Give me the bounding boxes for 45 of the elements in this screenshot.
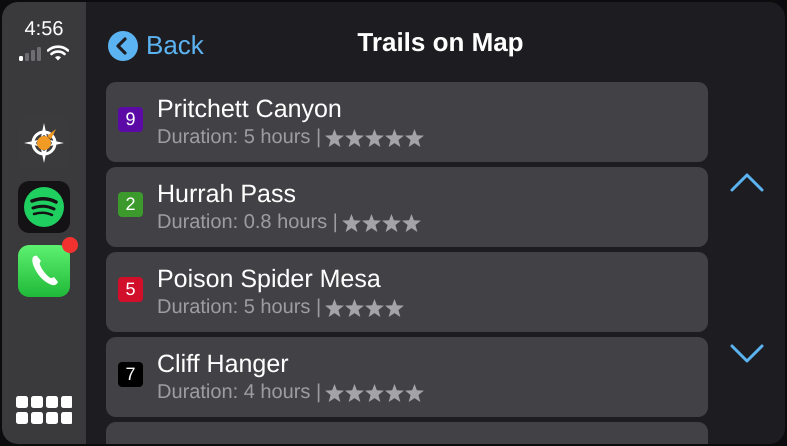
trail-number-badge: 5 [118, 276, 143, 302]
star-icon [402, 214, 421, 232]
star-icon [345, 298, 364, 316]
star-icon [405, 384, 424, 402]
star-icon [385, 298, 404, 316]
scroll-up-icon[interactable] [730, 172, 764, 192]
trail-name: Poison Spider Mesa [157, 265, 382, 294]
star-icon [325, 384, 344, 402]
trail-name: Hurrah Pass [157, 180, 297, 209]
star-icon [365, 384, 384, 402]
screen-title: Trails on Map [357, 26, 524, 58]
star-icon [325, 298, 344, 316]
star-icon [325, 128, 344, 146]
trail-number-badge: 7 [118, 362, 143, 386]
trail-list-item[interactable]: 7 Cliff Hanger Duration: 4 hours | [106, 337, 708, 417]
star-icon [365, 298, 384, 316]
star-icon [365, 128, 384, 146]
trail-name: Pritchett Canyon [157, 95, 343, 124]
star-icon [345, 384, 364, 402]
phone-app-icon[interactable] [18, 237, 78, 297]
star-icon [405, 128, 424, 146]
star-icon [342, 214, 361, 232]
trail-duration: Duration: 5 hours | [157, 296, 322, 319]
trail-list-item[interactable]: 9 Pritchett Canyon Duration: 5 hours | [106, 82, 708, 162]
star-icon [362, 214, 381, 232]
trail-number-badge: 2 [118, 192, 143, 216]
trail-list-item[interactable]: 5 Poison Spider Mesa Duration: 5 hours | [106, 252, 708, 332]
star-icon [345, 128, 364, 146]
wifi-icon [47, 45, 69, 61]
app-grid-icon[interactable] [16, 396, 72, 426]
trail-list-item[interactable]: 2 Hurrah Pass Duration: 0.8 hours | [106, 167, 708, 247]
trail-duration: Duration: 5 hours | [157, 126, 322, 149]
signal-icon [19, 47, 41, 61]
back-button[interactable]: Back [108, 30, 204, 61]
scroll-down-icon[interactable] [730, 344, 764, 364]
music-app-icon[interactable] [18, 181, 70, 233]
trail-name: Cliff Hanger [157, 350, 290, 379]
star-icon [382, 214, 401, 232]
trail-number-badge: 9 [118, 106, 143, 132]
star-icon [385, 384, 404, 402]
star-icon [385, 128, 404, 146]
trail-duration: Duration: 4 hours | [157, 381, 322, 404]
trail-duration: Duration: 0.8 hours | [157, 211, 338, 234]
clock-time: 4:56 [24, 18, 64, 41]
back-chevron-icon [108, 30, 138, 60]
